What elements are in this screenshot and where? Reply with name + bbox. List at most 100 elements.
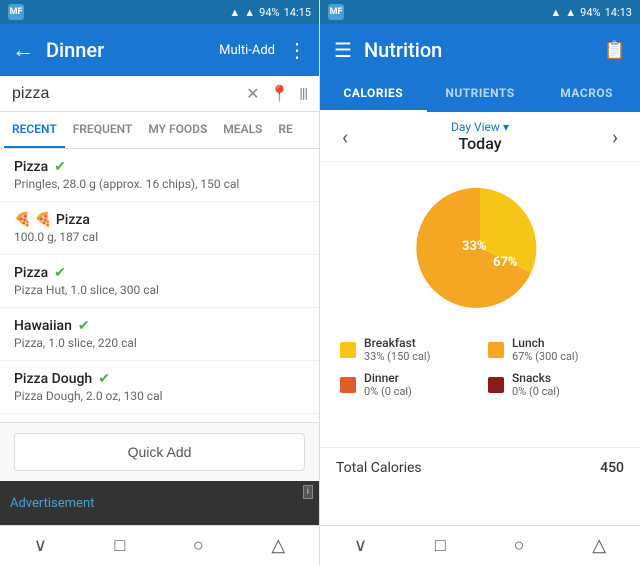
food-detail-1: Pringles, 28.0 g (approx. 16 chips), 150… (14, 177, 305, 191)
food-detail-5: Pizza Dough, 2.0 oz, 130 cal (14, 389, 305, 403)
nav-triangle-right[interactable]: △ (592, 535, 606, 556)
back-button[interactable]: ← (12, 37, 34, 63)
report-icon[interactable]: 📋 (604, 40, 626, 61)
lunch-pct-label: 67% (493, 255, 518, 270)
tab-my-foods[interactable]: MY FOODS (140, 112, 215, 148)
wifi-icon-right: ▲ (550, 6, 561, 19)
dinner-text: Dinner 0% (0 cal) (364, 371, 412, 398)
menu-icon[interactable]: ☰ (334, 38, 352, 62)
tab-recent[interactable]: RECENT (4, 112, 65, 148)
total-row: Total Calories 450 (320, 447, 640, 488)
time-right: 14:13 (605, 6, 632, 19)
tab-nutrients[interactable]: NUTRIENTS (427, 76, 534, 112)
tab-calories[interactable]: CALORIES (320, 76, 427, 112)
app-icon-right: MF (328, 4, 344, 20)
wifi-icon-left: ▲ (229, 6, 240, 19)
today-label: Today (451, 134, 509, 153)
quick-add-button[interactable]: Quick Add (14, 433, 305, 471)
legend-snacks: Snacks 0% (0 cal) (488, 371, 620, 398)
time-left: 14:15 (284, 6, 311, 19)
calories-pie-chart: 33% 67% (410, 178, 550, 318)
nav-circle-right[interactable]: ○ (514, 535, 525, 556)
breakfast-color (340, 342, 356, 358)
nav-bar-left: ∨ □ ○ △ (0, 525, 319, 565)
verified-icon-5: ✔ (98, 371, 110, 387)
food-item-1[interactable]: Pizza ✔ Pringles, 28.0 g (approx. 16 chi… (0, 149, 319, 202)
food-item-5[interactable]: Pizza Dough ✔ Pizza Dough, 2.0 oz, 130 c… (0, 361, 319, 414)
battery-left: 94% (259, 6, 279, 19)
status-icons-right: MF (328, 4, 344, 20)
status-bar-left: MF ▲ ▲ 94% 14:15 (0, 0, 319, 24)
ad-badge: i (303, 485, 313, 499)
signal-icon-right: ▲ (565, 6, 576, 19)
food-detail-4: Pizza, 1.0 slice, 220 cal (14, 336, 305, 350)
page-title-left: Dinner (46, 38, 207, 62)
food-name-4: Hawaiian ✔ (14, 318, 305, 334)
dropdown-icon[interactable]: ▾ (503, 120, 509, 134)
lunch-text: Lunch 67% (300 cal) (512, 336, 578, 363)
nav-chevron-right[interactable]: ∨ (354, 535, 367, 556)
status-info-right: ▲ ▲ 94% 14:13 (550, 6, 632, 19)
legend-breakfast: Breakfast 33% (150 cal) (340, 336, 472, 363)
verified-icon-1: ✔ (54, 159, 66, 175)
header-left: ← Dinner Multi-Add ⋮ (0, 24, 319, 76)
nav-circle-left[interactable]: ○ (193, 535, 204, 556)
barcode-icon[interactable]: ||| (299, 86, 307, 102)
legend-dinner: Dinner 0% (0 cal) (340, 371, 472, 398)
nav-bar-right: ∨ □ ○ △ (320, 525, 640, 565)
food-name-1: Pizza ✔ (14, 159, 305, 175)
left-panel: MF ▲ ▲ 94% 14:15 ← Dinner Multi-Add ⋮ ✕ … (0, 0, 320, 565)
page-title-right: Nutrition (364, 38, 592, 62)
nav-chevron-left[interactable]: ∨ (34, 535, 47, 556)
lunch-color (488, 342, 504, 358)
header-right: ☰ Nutrition 📋 (320, 24, 640, 76)
total-calories-value: 450 (600, 460, 624, 476)
next-day-button[interactable]: › (604, 123, 626, 151)
ad-text: Advertisement (10, 496, 94, 511)
food-name-3: Pizza ✔ (14, 265, 305, 281)
signal-icon-left: ▲ (244, 6, 255, 19)
food-item-2[interactable]: 🍕 🍕 Pizza 100.0 g, 187 cal (0, 202, 319, 255)
food-detail-2: 100.0 g, 187 cal (14, 230, 305, 244)
more-options-icon[interactable]: ⋮ (287, 38, 307, 62)
food-name-5: Pizza Dough ✔ (14, 371, 305, 387)
chart-area: 33% 67% (320, 162, 640, 328)
right-panel: MF ▲ ▲ 94% 14:13 ☰ Nutrition 📋 CALORIES … (320, 0, 640, 565)
day-view-title: Day View ▾ Today (451, 120, 509, 153)
tab-macros[interactable]: MACROS (533, 76, 640, 112)
clear-icon[interactable]: ✕ (246, 84, 259, 103)
tab-meals[interactable]: MEALS (215, 112, 270, 148)
status-info-left: ▲ ▲ 94% 14:15 (229, 6, 311, 19)
quick-add-section: Quick Add (0, 422, 319, 481)
calories-tabs: CALORIES NUTRIENTS MACROS (320, 76, 640, 112)
food-item-3[interactable]: Pizza ✔ Pizza Hut, 1.0 slice, 300 cal (0, 255, 319, 308)
status-bar-right: MF ▲ ▲ 94% 14:13 (320, 0, 640, 24)
day-view-label: Day View ▾ (451, 120, 509, 134)
search-input[interactable] (12, 85, 238, 103)
ad-bar: Advertisement i (0, 481, 319, 525)
search-bar: ✕ 📍 ||| (0, 76, 319, 112)
tab-frequent[interactable]: FREQUENT (65, 112, 141, 148)
food-detail-3: Pizza Hut, 1.0 slice, 300 cal (14, 283, 305, 297)
verified-icon-3: ✔ (54, 265, 66, 281)
snacks-text: Snacks 0% (0 cal) (512, 371, 560, 398)
verified-icon-4: ✔ (78, 318, 90, 334)
total-calories-label: Total Calories (336, 460, 422, 476)
nav-triangle-left[interactable]: △ (271, 535, 285, 556)
location-icon[interactable]: 📍 (269, 84, 289, 103)
breakfast-text: Breakfast 33% (150 cal) (364, 336, 430, 363)
nav-square-right[interactable]: □ (435, 535, 446, 556)
nav-square-left[interactable]: □ (115, 535, 126, 556)
tab-re[interactable]: RE (270, 112, 300, 148)
food-list: Pizza ✔ Pringles, 28.0 g (approx. 16 chi… (0, 149, 319, 422)
app-icon: MF (8, 4, 24, 20)
breakfast-pct-label: 33% (462, 239, 487, 254)
day-view-bar: ‹ Day View ▾ Today › (320, 112, 640, 162)
battery-right: 94% (580, 6, 600, 19)
multi-add-button[interactable]: Multi-Add (219, 43, 275, 58)
food-name-2: 🍕 🍕 Pizza (14, 212, 305, 228)
food-item-4[interactable]: Hawaiian ✔ Pizza, 1.0 slice, 220 cal (0, 308, 319, 361)
prev-day-button[interactable]: ‹ (334, 123, 356, 151)
legend-grid: Breakfast 33% (150 cal) Lunch 67% (300 c… (320, 328, 640, 410)
legend-lunch: Lunch 67% (300 cal) (488, 336, 620, 363)
